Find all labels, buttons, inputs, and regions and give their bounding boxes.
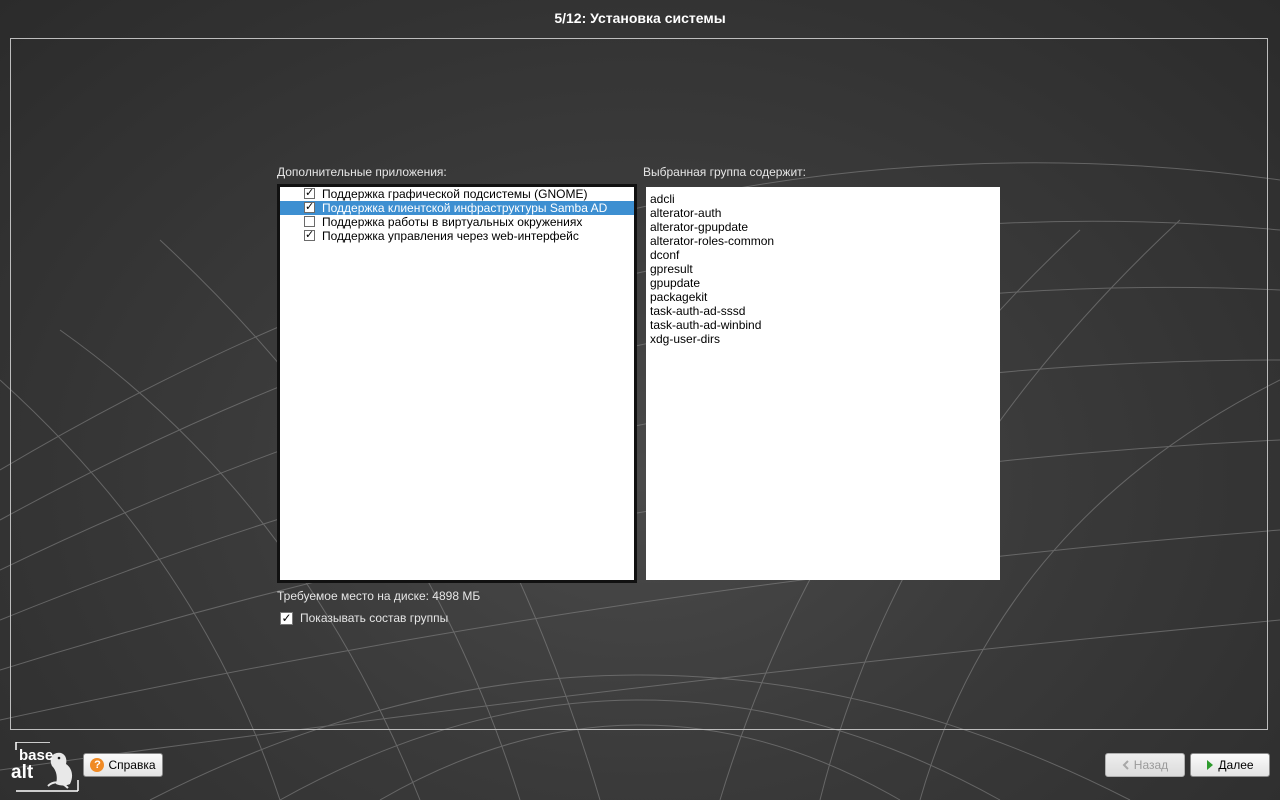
chevron-right-icon <box>1206 760 1214 770</box>
checkbox-web-interface[interactable]: ✓ <box>304 230 315 241</box>
disk-space-label: Требуемое место на диске: 4898 МБ <box>277 589 481 603</box>
package-item: task-auth-ad-winbind <box>650 318 762 332</box>
show-group-toggle[interactable]: ✓ Показывать состав группы <box>280 611 448 625</box>
list-item-label: Поддержка клиентской инфраструктуры Samb… <box>322 201 608 215</box>
list-item-virtualization[interactable]: Поддержка работы в виртуальных окружения… <box>280 215 634 229</box>
list-item-samba-ad[interactable]: ✓ Поддержка клиентской инфраструктуры Sa… <box>280 201 634 215</box>
package-item: xdg-user-dirs <box>650 332 721 346</box>
help-button-label: Справка <box>108 758 156 772</box>
package-item: gpupdate <box>650 276 701 290</box>
logo-text-alt: alt <box>11 762 34 783</box>
help-icon: ? <box>90 758 105 772</box>
group-contents-label: Выбранная группа содержит: <box>643 165 806 179</box>
applications-label: Дополнительные приложения: <box>277 165 447 179</box>
back-button[interactable]: Назад <box>1105 753 1185 777</box>
window-title: 5/12: Установка системы <box>554 10 726 26</box>
package-item: alterator-roles-common <box>650 234 775 248</box>
chevron-left-icon <box>1122 760 1130 770</box>
checkbox-gnome[interactable]: ✓ <box>304 188 315 199</box>
checkbox-virtualization[interactable] <box>304 216 315 227</box>
list-item-label: Поддержка работы в виртуальных окружения… <box>322 215 583 229</box>
list-item-label: Поддержка графической подсистемы (GNOME) <box>322 187 588 201</box>
applications-list[interactable]: ✓ Поддержка графической подсистемы (GNOM… <box>277 184 637 583</box>
package-item: alterator-gpupdate <box>650 220 749 234</box>
list-item-web-interface[interactable]: ✓ Поддержка управления через web-интерфе… <box>280 229 634 243</box>
package-item: packagekit <box>650 290 708 304</box>
list-item-gnome[interactable]: ✓ Поддержка графической подсистемы (GNOM… <box>280 187 634 201</box>
package-item: task-auth-ad-sssd <box>650 304 746 318</box>
package-item: alterator-auth <box>650 206 722 220</box>
group-contents-list[interactable]: adcli alterator-auth alterator-gpupdate … <box>646 187 1000 580</box>
show-group-checkbox[interactable]: ✓ <box>280 611 293 625</box>
checkbox-samba-ad[interactable]: ✓ <box>304 202 315 213</box>
back-button-label: Назад <box>1133 758 1169 772</box>
content-frame <box>10 38 1268 730</box>
list-item-label: Поддержка управления через web-интерфейс <box>322 229 579 243</box>
base-alt-logo: base alt <box>10 741 80 792</box>
next-button-label: Далее <box>1218 758 1254 772</box>
package-item: adcli <box>650 192 675 206</box>
help-button[interactable]: ? Справка <box>83 753 163 777</box>
next-button[interactable]: Далее <box>1190 753 1270 777</box>
package-item: dconf <box>650 248 680 262</box>
show-group-label: Показывать состав группы <box>300 611 449 625</box>
package-item: gpresult <box>650 262 693 276</box>
